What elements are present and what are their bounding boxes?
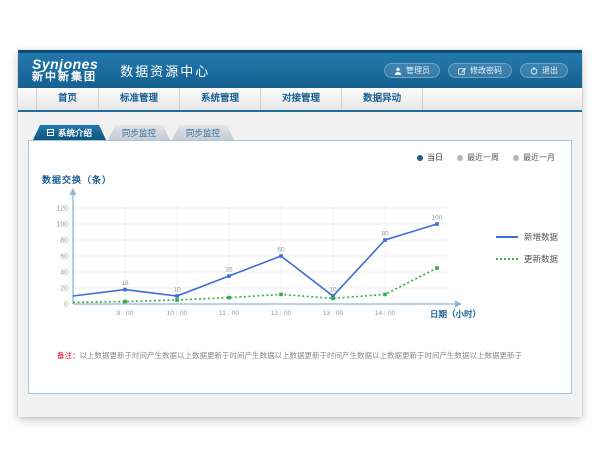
nav-item-standard-mgmt[interactable]: 标准管理 <box>99 88 180 110</box>
logout-button[interactable]: 退出 <box>520 63 568 78</box>
change-password-label: 修改密码 <box>470 65 502 76</box>
svg-text:120: 120 <box>56 206 68 213</box>
legend-item-1: 更新数据 <box>496 253 558 265</box>
app-window: Synjones 新中新集团 数据资源中心 管理员 修改密码 退出 <box>18 50 582 417</box>
svg-text:12 : 00: 12 : 00 <box>271 310 292 317</box>
svg-text:10: 10 <box>173 287 181 294</box>
svg-text:13 : 00: 13 : 00 <box>323 310 344 317</box>
document-icon <box>47 129 54 136</box>
legend-label: 更新数据 <box>524 253 558 265</box>
tab-sync-monitor-2[interactable]: 同步监控 <box>172 125 234 140</box>
tab-sync-monitor-2-label: 同步监控 <box>186 127 220 139</box>
line-chart: 0 20 40 60 80 100 120 9 : 00 10 : 00 11 : 00 12 : … <box>37 186 482 328</box>
chart-row: 0 20 40 60 80 100 120 9 : 00 10 : 00 11 : 00 12 : … <box>29 186 571 328</box>
radio-unselected-icon <box>457 155 463 161</box>
admin-user-button[interactable]: 管理员 <box>384 63 440 78</box>
range-option-last-week[interactable]: 最近一周 <box>457 152 499 163</box>
range-week-label: 最近一周 <box>467 152 499 163</box>
range-option-today[interactable]: 当日 <box>417 152 443 163</box>
svg-text:40: 40 <box>60 270 68 277</box>
content-area: 系统介绍 同步监控 同步监控 当日 最近一周 <box>18 112 582 415</box>
svg-text:60: 60 <box>60 254 68 261</box>
legend-swatch-icon <box>496 236 518 238</box>
footnote-label: 备注： <box>57 351 80 360</box>
tab-sync-monitor-1[interactable]: 同步监控 <box>108 125 170 140</box>
svg-text:35: 35 <box>225 267 233 274</box>
radio-unselected-icon <box>513 155 519 161</box>
svg-text:80: 80 <box>381 231 389 238</box>
legend-label: 新增数据 <box>524 231 558 243</box>
tab-system-intro[interactable]: 系统介绍 <box>33 125 106 140</box>
svg-text:11 : 00: 11 : 00 <box>219 310 240 317</box>
legend-item-0: 新增数据 <box>496 231 558 243</box>
logo-text-en: Synjones <box>32 57 98 72</box>
y-axis-title: 数据交换（条） <box>42 173 571 186</box>
footnote-text: 以上数据更新于时间产生数据以上数据更新于时间产生数据以上数据更新于时间产生数据以… <box>80 351 523 360</box>
svg-text:100: 100 <box>432 215 443 222</box>
logout-label: 退出 <box>542 65 558 76</box>
range-option-last-month[interactable]: 最近一月 <box>513 152 555 163</box>
svg-text:80: 80 <box>60 238 68 245</box>
radio-selected-icon <box>417 155 423 161</box>
svg-text:18: 18 <box>121 280 129 287</box>
change-password-button[interactable]: 修改密码 <box>448 63 512 78</box>
svg-text:0: 0 <box>64 302 68 309</box>
header-actions: 管理员 修改密码 退出 <box>384 63 568 78</box>
main-nav: 首页 标准管理 系统管理 对接管理 数据异动 <box>18 88 582 112</box>
svg-text:20: 20 <box>60 286 68 293</box>
power-icon <box>530 67 538 75</box>
range-selector: 当日 最近一周 最近一月 <box>29 141 571 163</box>
svg-text:10: 10 <box>329 287 337 294</box>
nav-item-integration-mgmt[interactable]: 对接管理 <box>261 88 342 110</box>
footnote: 备注：以上数据更新于时间产生数据以上数据更新于时间产生数据以上数据更新于时间产生… <box>29 350 571 361</box>
header-bar: Synjones 新中新集团 数据资源中心 管理员 修改密码 退出 <box>18 50 582 88</box>
edit-icon <box>458 67 466 75</box>
nav-item-home[interactable]: 首页 <box>36 88 99 110</box>
logo-text-cn: 新中新集团 <box>32 72 98 84</box>
range-month-label: 最近一月 <box>523 152 555 163</box>
svg-text:9 : 00: 9 : 00 <box>116 310 133 317</box>
legend-swatch-icon <box>496 258 518 260</box>
tab-bar: 系统介绍 同步监控 同步监控 <box>28 125 572 140</box>
nav-item-data-change[interactable]: 数据异动 <box>342 88 423 110</box>
range-today-label: 当日 <box>427 152 443 163</box>
tab-system-intro-label: 系统介绍 <box>58 127 92 139</box>
chart-legend: 新增数据更新数据 <box>496 231 558 265</box>
tab-sync-monitor-1-label: 同步监控 <box>122 127 156 139</box>
user-icon <box>394 67 402 75</box>
svg-text:14 : 00: 14 : 00 <box>375 310 396 317</box>
admin-user-label: 管理员 <box>406 65 430 76</box>
company-logo: Synjones 新中新集团 <box>32 57 98 83</box>
svg-text:60: 60 <box>277 247 285 254</box>
svg-text:100: 100 <box>56 222 68 229</box>
page-title: 数据资源中心 <box>120 61 210 80</box>
chart-panel: 当日 最近一周 最近一月 数据交换（条） 0 20 40 60 80 100 120 9 : … <box>28 140 572 394</box>
svg-text:10 : 00: 10 : 00 <box>167 310 188 317</box>
svg-text:日期（小时）: 日期（小时） <box>430 309 481 319</box>
nav-item-system-mgmt[interactable]: 系统管理 <box>180 88 261 110</box>
